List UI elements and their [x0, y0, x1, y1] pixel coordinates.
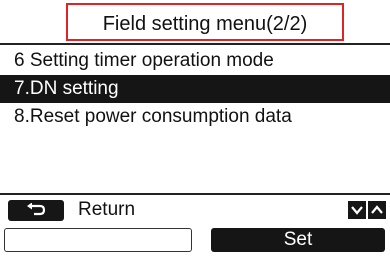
left-function-button[interactable] [4, 228, 192, 252]
return-arrow-icon [27, 203, 46, 216]
menu-item-reset-power-consumption-data[interactable]: 8.Reset power consumption data [0, 103, 390, 131]
footer-row: Return [0, 196, 390, 224]
return-button[interactable] [8, 200, 64, 221]
title-highlight-box: Field setting menu(2/2) [66, 3, 344, 41]
page-title: Field setting menu(2/2) [102, 13, 308, 35]
chevron-down-icon [351, 206, 363, 215]
footer-divider [0, 193, 390, 195]
header-divider [0, 43, 390, 45]
menu-item-setting-timer-operation-mode[interactable]: 6 Setting timer operation mode [0, 47, 390, 75]
menu-item-dn-setting[interactable]: 7.DN setting [0, 75, 390, 103]
up-arrow-button[interactable] [368, 201, 386, 219]
down-arrow-button[interactable] [348, 201, 366, 219]
return-label: Return [78, 199, 136, 220]
remote-controller-screen: Field setting menu(2/2) 6 Setting timer … [0, 0, 390, 257]
chevron-up-icon [371, 205, 383, 214]
set-button[interactable]: Set [211, 228, 385, 252]
